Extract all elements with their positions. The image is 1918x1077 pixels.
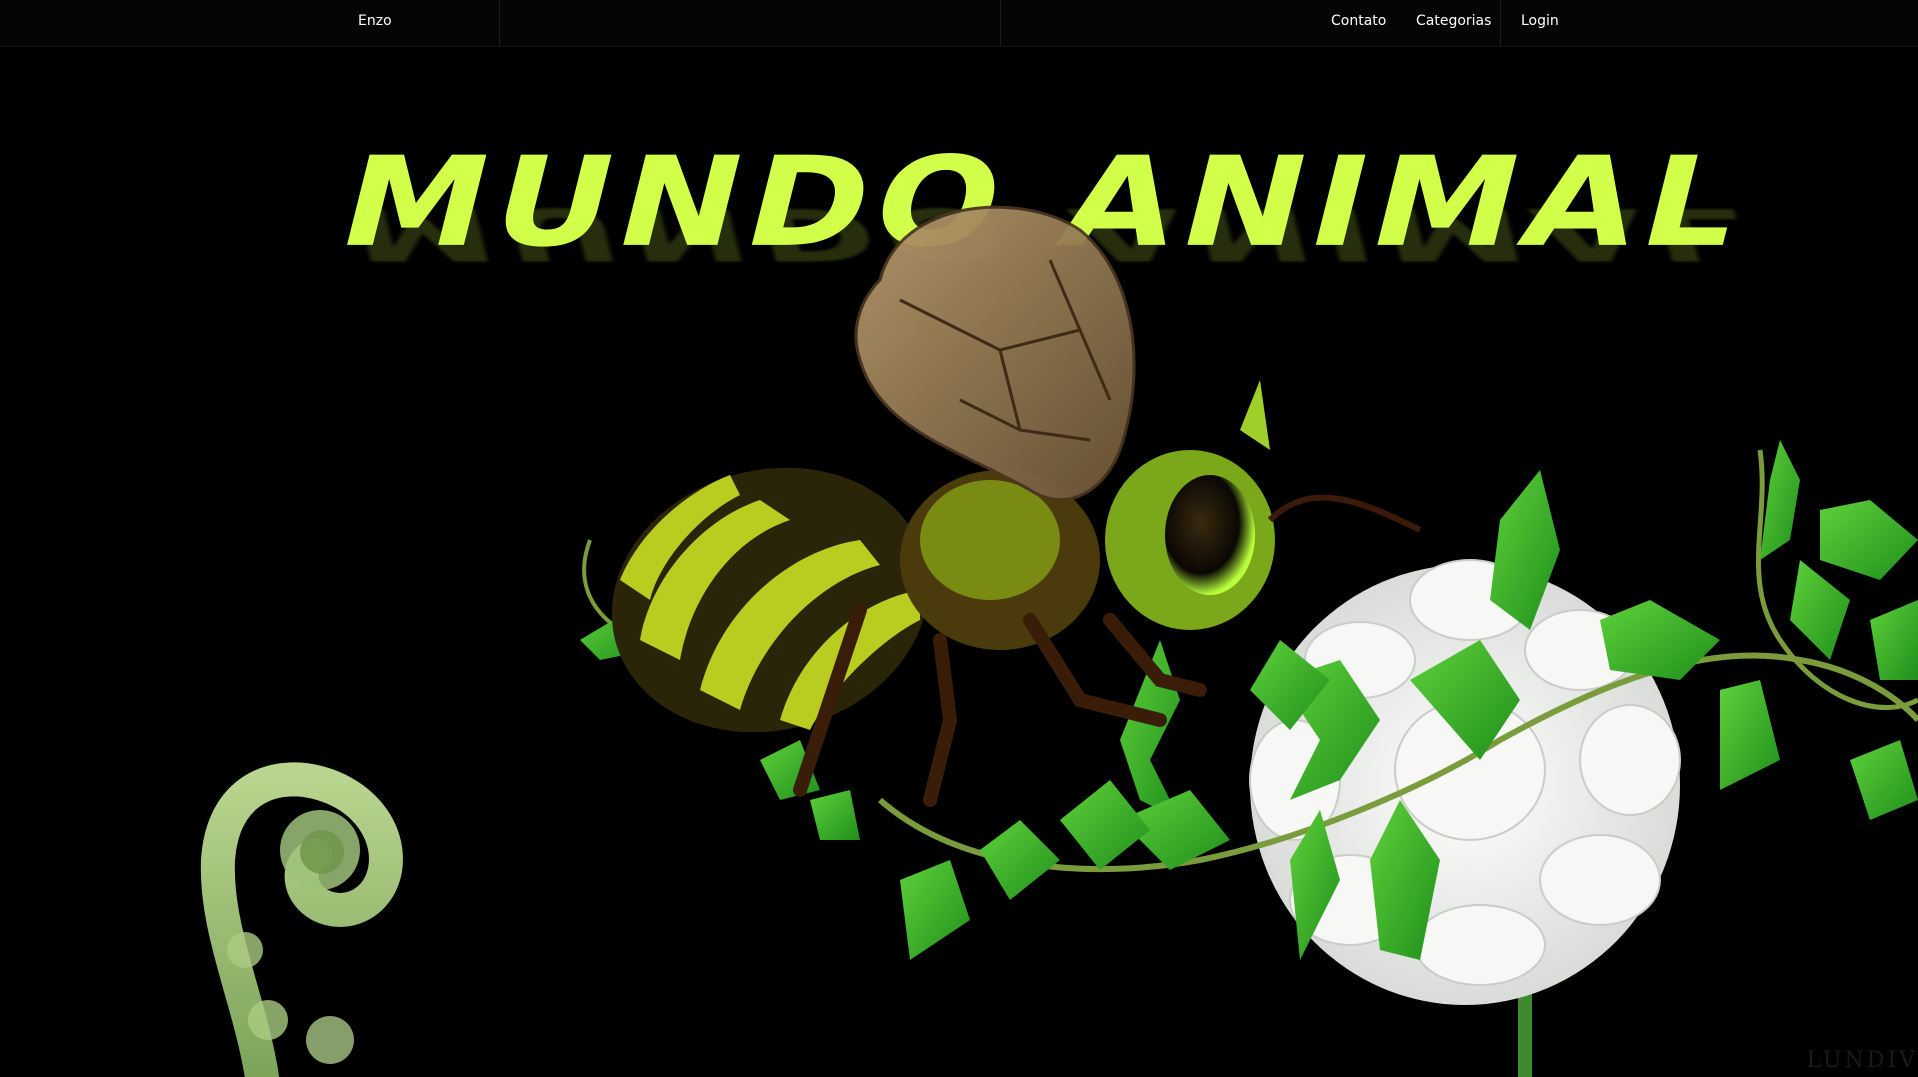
landing-page: Enzo Contato Categorias Login MUNDO ANIM… xyxy=(0,0,1918,1077)
hero-artwork xyxy=(200,205,1918,1077)
fern-fiddlehead xyxy=(200,762,403,1077)
watermark: LUNDIV xyxy=(1806,1048,1918,1073)
